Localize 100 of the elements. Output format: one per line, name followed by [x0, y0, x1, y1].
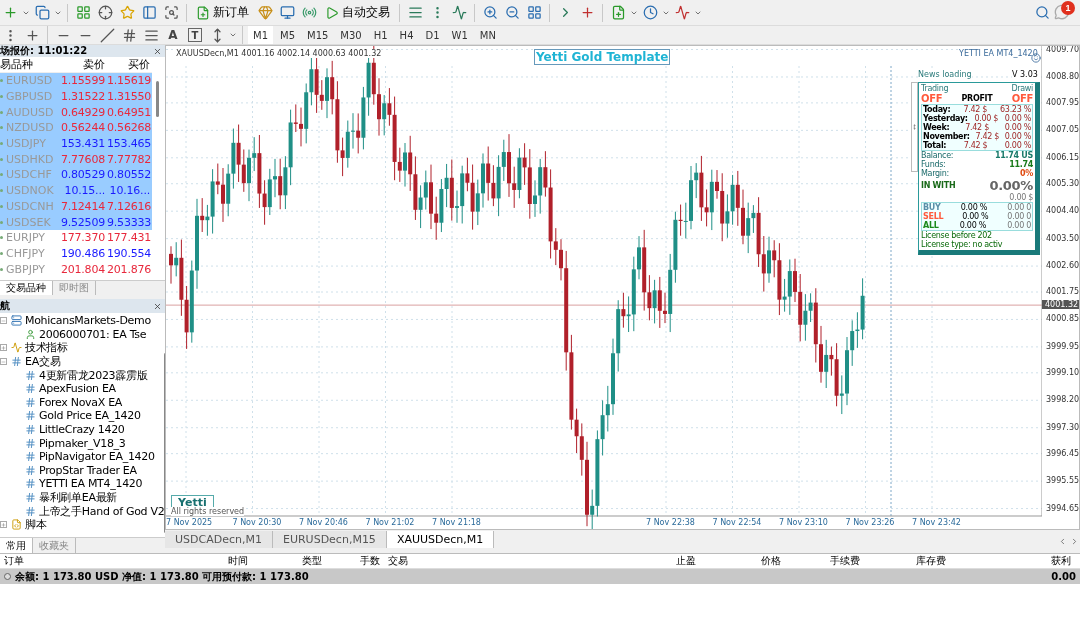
text-tool[interactable]: A [163, 26, 183, 44]
position-label: BUY [923, 203, 941, 212]
price-label: 4003.50 [1046, 233, 1079, 243]
price-label: 3994.65 [1046, 503, 1079, 513]
position-percent: 0.00 % [959, 221, 986, 230]
margin-label: Margin: [921, 169, 949, 178]
new-order-button[interactable]: 新订单 [192, 1, 253, 24]
time-label: 7 Nov 20:46 [299, 518, 348, 527]
tree-item[interactable]: 4更新雷龙2023霹雳版 [39, 367, 148, 383]
column-header[interactable]: 手数 [356, 554, 384, 568]
position-label: ALL [923, 221, 939, 230]
timeframe-button[interactable]: W1 [446, 26, 473, 44]
panel-tab[interactable]: 交易品种 [0, 281, 53, 295]
chart-tab[interactable]: XAUUSDecn,M1 [386, 531, 495, 548]
tree-item[interactable]: Pipmaker_V18_3 [39, 436, 126, 450]
stat-percent: 0.00 % [1004, 132, 1031, 141]
chart-tab[interactable]: EURUSDecn,M15 [272, 531, 387, 548]
timeframe-button[interactable]: H1 [368, 26, 393, 44]
timeframe-button[interactable]: M30 [335, 26, 367, 44]
timeframe-button[interactable]: H4 [394, 26, 419, 44]
price-label: 3996.45 [1046, 448, 1079, 458]
price-label: 4006.15 [1046, 152, 1079, 162]
column-header[interactable]: 获利 [1047, 554, 1075, 568]
ask-cell: 1.31550 [107, 90, 152, 104]
tree-item[interactable]: PipNavigator EA_1420 [39, 450, 155, 464]
market-row[interactable]: USDSEK 9.52509 9.53333 [0, 214, 152, 230]
timeframe-button[interactable]: D1 [420, 26, 445, 44]
template-title: Yetti Gold Template [534, 49, 671, 65]
ask-cell: 190.554 [107, 246, 152, 260]
label-tool[interactable]: T [188, 28, 202, 42]
symbol-cell: EURJPY [0, 231, 57, 245]
price-label: 3995.55 [1046, 476, 1079, 486]
stat-label: Today: [923, 105, 951, 114]
column-header[interactable]: 易品种 [0, 57, 57, 72]
news-status: News loading [918, 70, 972, 79]
panel-tab[interactable]: 常用 [0, 538, 33, 553]
price-label: 4005.30 [1046, 178, 1079, 188]
symbol-cell: GBPJPY [0, 262, 57, 276]
column-header[interactable]: 交易 [384, 554, 412, 568]
chart-tab[interactable]: USDCADecn,M1 [165, 531, 273, 548]
tree-item[interactable]: 技术指标 [25, 340, 68, 356]
rights-text: All rights reserved [171, 507, 245, 516]
tree-item[interactable]: 2006000701: EA Tse [39, 327, 147, 341]
auto-trading-button[interactable]: 自动交易 [321, 1, 394, 24]
tree-item[interactable]: PropStar Trader EA [39, 463, 137, 477]
price-label: 4000.85 [1046, 314, 1079, 324]
ask-cell: 201.876 [107, 262, 152, 276]
price-label: 3997.30 [1046, 422, 1079, 432]
tree-item[interactable]: 脚本 [25, 517, 47, 533]
bid-cell-text: 190.486 [59, 246, 106, 260]
column-header[interactable]: 止盈 [672, 554, 700, 568]
profit-title: PROFIT [961, 94, 993, 103]
time-label: 7 Nov 20:30 [232, 518, 282, 527]
column-header[interactable]: 卖价 [57, 57, 107, 72]
navigator-title: 航 [0, 299, 10, 313]
balance-text: 余额: 1 173.80 USD 净值: 1 173.80 可用预付款: 1 173.80 [15, 569, 309, 584]
stat-percent: 0.00 % [1004, 141, 1031, 150]
position-value: 0.00 0 [1007, 212, 1031, 221]
bid-cell-text: 0.80529 [59, 168, 106, 182]
ask-cell: 177.431 [107, 231, 152, 245]
tree-item[interactable]: EA交易 [25, 354, 61, 370]
timeframe-button[interactable]: M15 [302, 26, 334, 44]
tree-item[interactable]: Forex NovaX EA [39, 395, 123, 409]
column-header[interactable]: 库存费 [912, 554, 950, 568]
tree-item[interactable]: 上帝之手Hand of God V2 [39, 503, 165, 519]
tree-item[interactable]: LittleCrazy 1420 [39, 423, 125, 437]
bid-cell-text: 9.52509 [59, 215, 106, 229]
column-header[interactable]: 时间 [224, 554, 252, 568]
bid-cell-text: 1.15599 [59, 74, 106, 88]
column-header[interactable]: 类型 [298, 554, 326, 568]
notification-badge: 1 [1061, 0, 1075, 15]
symbol-cell: USDHKD [0, 152, 57, 166]
notification-icon[interactable]: 1 [1054, 3, 1072, 22]
license-text: License before 202 [921, 231, 992, 240]
ask-cell: 9.53333 [107, 215, 152, 229]
market-row[interactable]: USDCHF 0.80529 0.80552 [0, 167, 152, 183]
timeframe-button[interactable]: MN [474, 26, 501, 44]
timeframe-button[interactable]: M5 [275, 26, 300, 44]
symbol-cell: USDSEK [0, 215, 57, 229]
column-header[interactable]: 价格 [757, 554, 785, 568]
stat-amount: 0.00 $ [974, 114, 999, 123]
tree-item[interactable]: MohicansMarkets-Demo [25, 314, 151, 328]
column-header[interactable]: 手续费 [826, 554, 864, 568]
bid-cell-text: 10.15... [63, 184, 106, 198]
bid-cell-text: 201.804 [59, 262, 106, 276]
price-label: 3998.20 [1046, 395, 1079, 405]
margin-value: 0% [1020, 169, 1033, 178]
bid-cell-text: 0.64929 [59, 105, 106, 119]
tree-item[interactable]: Gold Price EA_1420 [39, 409, 141, 423]
timeframe-button[interactable]: M1 [248, 26, 273, 44]
column-header[interactable]: 订单 [0, 554, 28, 568]
column-header[interactable]: 买价 [107, 57, 152, 72]
stat-amount: 7.42 $ [963, 105, 988, 114]
tree-item[interactable]: 暴利刷单EA最新 [39, 490, 118, 505]
position-percent: 0.00 % [960, 203, 987, 212]
stat-label: Yesterday: [923, 114, 968, 123]
price-label: 3999.95 [1046, 341, 1079, 351]
time-label: 7 Nov 21:02 [365, 518, 415, 527]
tree-item[interactable]: YETTI EA MT4_1420 [39, 477, 143, 491]
tree-item[interactable]: ApexFusion EA [39, 382, 116, 396]
